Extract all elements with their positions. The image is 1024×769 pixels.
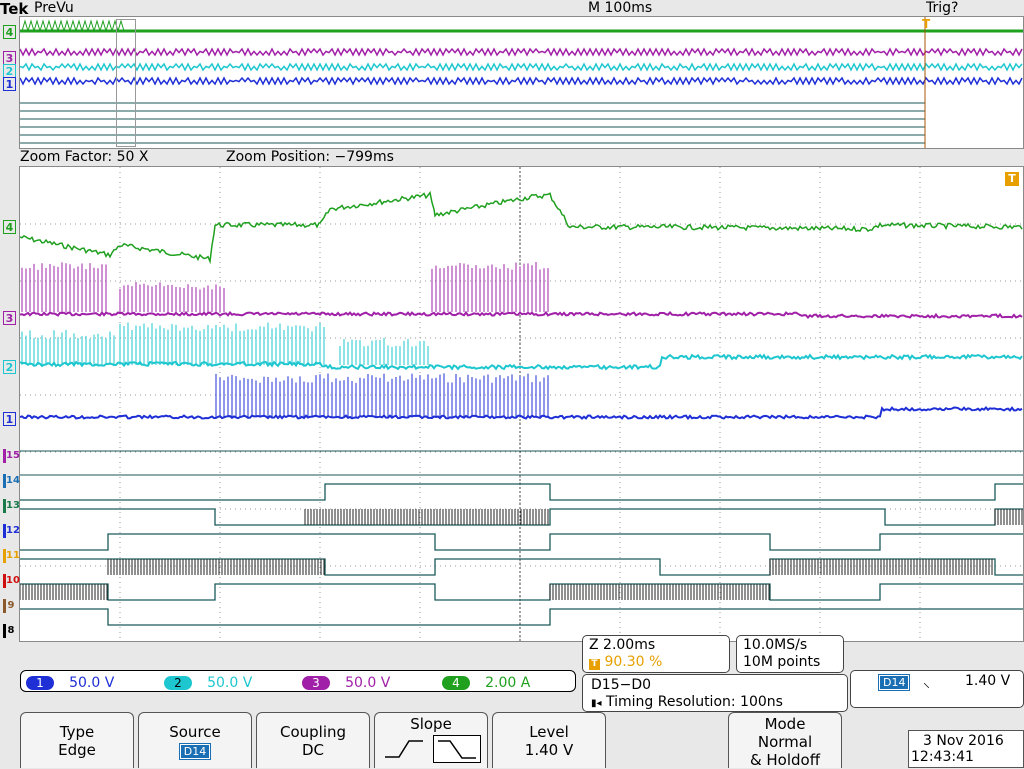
holdoff-label: & Holdoff	[749, 751, 821, 769]
type-value: Edge	[58, 741, 96, 759]
mode-label: Mode	[764, 715, 806, 733]
overview-ch2-trace	[20, 62, 1023, 72]
ch2-tag[interactable]: 2	[3, 360, 16, 374]
ch2-trace	[20, 353, 1023, 371]
main-trigger-marker: T	[1005, 172, 1019, 186]
mode-value: Normal	[757, 733, 813, 751]
slope-label: Slope	[410, 715, 452, 733]
overview-ch1-tag[interactable]: 1	[3, 77, 16, 91]
trigger-t-icon: T	[589, 659, 600, 670]
source-value: D14	[178, 743, 212, 760]
overview-trigger-marker: T	[922, 17, 931, 31]
timing-resolution-row: ▮◂ Timing Resolution: 100ns	[591, 694, 783, 710]
level-button[interactable]: Level 1.40 V	[492, 712, 606, 768]
main-waveform-graticule[interactable]: T	[19, 166, 1024, 642]
ch3-scale[interactable]: 3 50.0 V	[302, 672, 390, 691]
falling-edge-icon: ⸜	[923, 675, 930, 691]
d11-tag[interactable]: 11	[3, 549, 20, 563]
falling-edge-selected-icon[interactable]	[433, 735, 481, 763]
zoom-readout-box[interactable]: Z 2.00ms T 90.30 %	[582, 635, 730, 673]
ch1-scale[interactable]: 1 50.0 V	[26, 672, 114, 691]
digital-line	[20, 533, 1023, 551]
digital-line	[20, 608, 1023, 626]
ch3-tag[interactable]: 3	[3, 311, 16, 325]
coupling-value: DC	[301, 741, 325, 759]
overview-ch4-tag[interactable]: 4	[3, 25, 16, 39]
zoom-window-box[interactable]	[116, 19, 136, 147]
ch1-tag[interactable]: 1	[3, 412, 16, 426]
coupling-label: Coupling	[279, 723, 347, 741]
overview-ch2-tag[interactable]: 2	[3, 64, 16, 78]
sample-rate: 10.0MS/s	[743, 637, 808, 653]
trigger-position: T 90.30 %	[589, 654, 662, 670]
rising-edge-icon[interactable]	[381, 735, 427, 763]
trigger-level: 1.40 V	[965, 673, 1011, 689]
overview-ch1-trace	[20, 76, 1023, 86]
coupling-button[interactable]: Coupling DC	[256, 712, 370, 768]
source-button[interactable]: Source D14	[138, 712, 252, 768]
type-button[interactable]: Type Edge	[20, 712, 134, 768]
date: 3 Nov 2016	[923, 733, 1004, 749]
overview-ch3-tag[interactable]: 3	[3, 51, 16, 65]
d9-tag[interactable]: 9	[3, 599, 16, 613]
ch2-scale[interactable]: 2 50.0 V	[164, 672, 252, 691]
digital-line	[20, 583, 1023, 601]
d12-tag[interactable]: 12	[3, 524, 20, 538]
zoom-position: Zoom Position: −799ms	[226, 149, 394, 165]
type-label: Type	[59, 723, 95, 741]
zoom-factor: Zoom Factor: 50 X	[20, 149, 149, 165]
d13-tag[interactable]: 13	[3, 499, 20, 513]
acquisition-mode: PreVu	[34, 0, 74, 16]
ch1-badge: 1	[26, 676, 54, 690]
ch2-scale-value: 50.0 V	[207, 675, 253, 691]
ch3-trace	[20, 310, 1023, 319]
d15-tag[interactable]: 15	[3, 449, 20, 463]
overview-waveform-panel[interactable]: T	[19, 16, 1024, 149]
level-value: 1.40 V	[524, 741, 574, 759]
ch3-badge: 3	[302, 676, 330, 690]
trigger-status: Trig?	[926, 0, 959, 16]
digital-line	[20, 558, 1023, 576]
source-label: Source	[169, 723, 221, 741]
d14-tag[interactable]: 14	[3, 474, 20, 488]
ch4-badge: 4	[442, 676, 470, 690]
ch2-badge: 2	[164, 676, 192, 690]
ch1-scale-value: 50.0 V	[69, 675, 115, 691]
d10-tag[interactable]: 10	[3, 574, 20, 588]
acquisition-box[interactable]: 10.0MS/s 10M points	[736, 635, 844, 673]
trigger-readout-box[interactable]: D14 ⸜ 1.40 V	[850, 670, 1024, 708]
mode-holdoff-button[interactable]: Mode Normal & Holdoff	[728, 712, 842, 769]
digital-group-box[interactable]: D15−D0 ▮◂ Timing Resolution: 100ns	[582, 674, 848, 712]
slope-button[interactable]: Slope	[374, 712, 488, 768]
ch4-trace	[20, 190, 1023, 265]
ch4-scale[interactable]: 4 2.00 A	[442, 672, 530, 691]
zoom-scale: Z 2.00ms	[589, 637, 656, 653]
digital-line	[20, 483, 1023, 501]
level-label: Level	[529, 723, 569, 741]
ch4-scale-value: 2.00 A	[485, 675, 531, 691]
ch3-scale-value: 50.0 V	[345, 675, 391, 691]
record-length: 10M points	[743, 654, 821, 670]
ch1-trace	[20, 406, 1023, 421]
timebase-readout: M 100ms	[588, 0, 653, 16]
overview-ch3-trace	[20, 47, 1023, 57]
datetime-box: 3 Nov 2016 12:43:41	[908, 730, 1024, 768]
timing-icon: ▮◂	[591, 698, 602, 709]
time: 12:43:41	[911, 749, 974, 765]
digital-group: D15−D0	[591, 677, 652, 693]
ch4-tag[interactable]: 4	[3, 220, 16, 234]
d8-tag[interactable]: 8	[3, 624, 16, 638]
trigger-source-chip: D14	[877, 674, 911, 691]
